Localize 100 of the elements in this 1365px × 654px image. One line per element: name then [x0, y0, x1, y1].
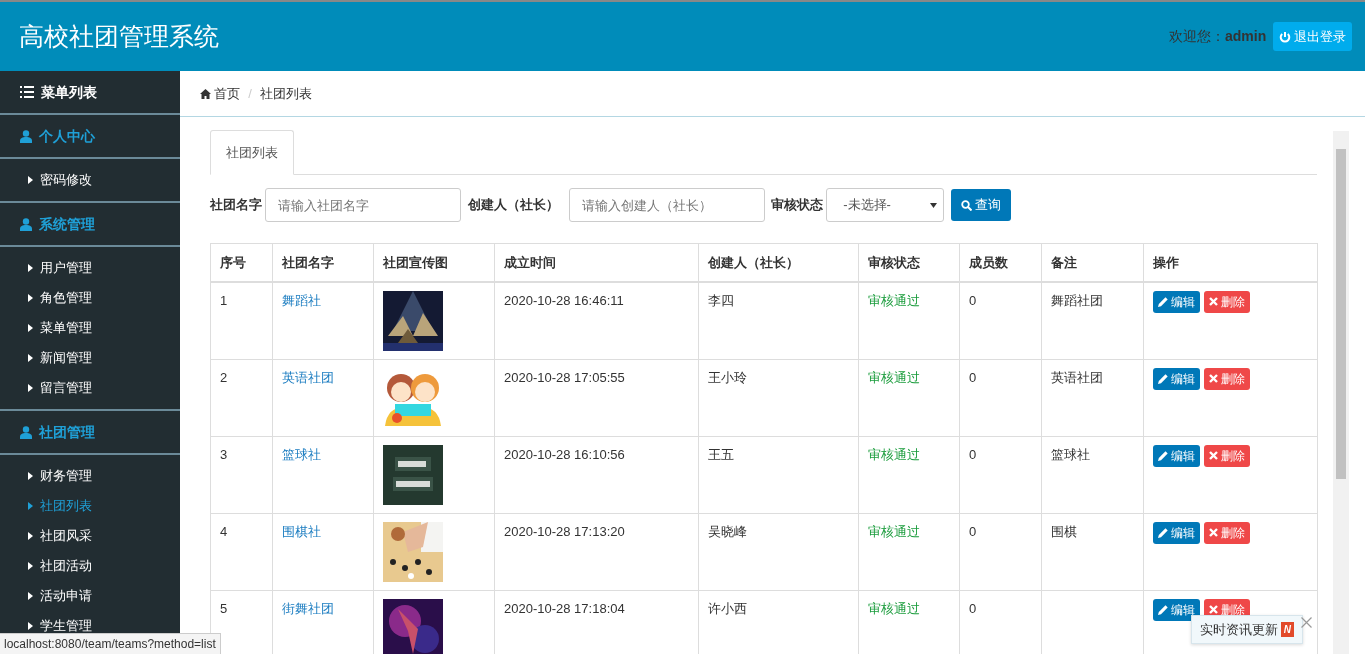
edit-button[interactable]: 编辑: [1153, 444, 1201, 467]
caret-icon: [28, 502, 33, 510]
status-text: 审核通过: [868, 292, 920, 308]
sidebar-item[interactable]: 社团列表: [0, 491, 180, 521]
url-tooltip: localhost:8080/team/teams?method=list: [0, 633, 221, 654]
row-number: 4: [220, 523, 228, 539]
column-header: 操作: [1143, 243, 1318, 282]
club-name-link[interactable]: 舞蹈社: [282, 292, 321, 308]
sidebar-item[interactable]: 密码修改: [0, 165, 180, 195]
sidebar-item[interactable]: 新闻管理: [0, 343, 180, 373]
status-text: 审核通过: [868, 523, 920, 539]
dropdown-icon: [930, 202, 938, 208]
delete-button[interactable]: 删除: [1203, 367, 1250, 390]
new-badge: N: [1280, 621, 1294, 637]
note-text: 围棋: [1051, 523, 1077, 539]
member-count: 0: [969, 600, 977, 616]
delete-button[interactable]: 删除: [1203, 521, 1250, 544]
column-header: 序号: [210, 243, 273, 282]
sidebar-header: 菜单列表: [0, 71, 180, 115]
scrollbar[interactable]: [1333, 131, 1349, 654]
breadcrumb-link[interactable]: 社团列表: [259, 83, 312, 104]
status-text: 审核通过: [868, 600, 920, 616]
sidebar-item[interactable]: 财务管理: [0, 461, 180, 491]
club-name-link[interactable]: 围棋社: [282, 523, 321, 539]
creator-name: 王五: [708, 446, 734, 462]
scrollbar-thumb[interactable]: [1336, 149, 1346, 479]
sidebar-item[interactable]: 留言管理: [0, 373, 180, 403]
caret-icon: [28, 592, 33, 600]
member-count: 0: [969, 369, 977, 385]
column-header: 社团宣传图: [373, 243, 495, 282]
caret-icon: [28, 472, 33, 480]
pencil-icon: [1158, 527, 1168, 538]
date-text: 2020-10-28 16:46:11: [504, 292, 624, 308]
edit-button[interactable]: 编辑: [1153, 598, 1201, 621]
member-count: 0: [969, 292, 977, 308]
caret-icon: [28, 176, 33, 184]
welcome-text: 欢迎您：admin: [1169, 27, 1267, 46]
status-text: 审核通过: [868, 369, 920, 385]
sidebar-group[interactable]: 系统管理: [0, 203, 180, 247]
row-number: 3: [220, 446, 228, 462]
creator-name: 李四: [708, 292, 734, 308]
sidebar-group[interactable]: 个人中心: [0, 115, 180, 159]
column-header: 成立时间: [494, 243, 699, 282]
field-label: 社团名字: [210, 196, 262, 215]
sidebar-item[interactable]: 角色管理: [0, 283, 180, 313]
sidebar-item[interactable]: 用户管理: [0, 253, 180, 283]
edit-button[interactable]: 编辑: [1153, 290, 1201, 313]
caret-icon: [28, 324, 33, 332]
edit-button[interactable]: 编辑: [1153, 521, 1201, 544]
note-text: 篮球社: [1051, 446, 1090, 462]
news-toast[interactable]: 实时资讯更新 N: [1190, 614, 1303, 644]
caret-icon: [28, 384, 33, 392]
creator-name: 许小西: [708, 600, 747, 616]
sidebar-group[interactable]: 社团管理: [0, 411, 180, 455]
breadcrumb-separator: /: [248, 84, 252, 103]
edit-button[interactable]: 编辑: [1153, 367, 1201, 390]
user-icon: [20, 129, 32, 143]
column-header: 成员数: [959, 243, 1042, 282]
search-icon: [960, 199, 972, 211]
logout-button[interactable]: 退出登录: [1272, 21, 1352, 52]
club-name-link[interactable]: 英语社团: [282, 369, 334, 385]
sidebar-item[interactable]: 社团活动: [0, 551, 180, 581]
caret-icon: [28, 264, 33, 272]
power-icon: [1278, 30, 1291, 43]
name-input[interactable]: 请输入社团名字: [265, 188, 462, 222]
column-header: 备注: [1041, 243, 1144, 282]
list-icon: [20, 86, 34, 98]
column-header: 创建人（社长）: [698, 243, 859, 282]
caret-icon: [28, 294, 33, 302]
sidebar-item[interactable]: 社团风采: [0, 521, 180, 551]
sidebar-item[interactable]: 菜单管理: [0, 313, 180, 343]
search-button[interactable]: 查询: [950, 189, 1011, 221]
close-icon: [1208, 528, 1218, 537]
delete-button[interactable]: 删除: [1203, 290, 1250, 313]
close-icon[interactable]: [1301, 617, 1312, 628]
caret-icon: [28, 354, 33, 362]
app-title: 高校社团管理系统: [19, 20, 219, 52]
close-icon: [1208, 605, 1218, 614]
caret-icon: [28, 622, 33, 630]
status-text: 审核通过: [868, 446, 920, 462]
close-icon: [1208, 374, 1218, 383]
delete-button[interactable]: 删除: [1203, 444, 1250, 467]
member-count: 0: [969, 446, 977, 462]
row-number: 2: [220, 369, 228, 385]
club-name-link[interactable]: 街舞社团: [282, 600, 334, 616]
member-count: 0: [969, 523, 977, 539]
close-icon: [1208, 451, 1218, 460]
sidebar-item[interactable]: 活动申请: [0, 581, 180, 611]
caret-icon: [28, 562, 33, 570]
close-icon: [1208, 297, 1218, 306]
date-text: 2020-10-28 16:10:56: [504, 446, 625, 462]
creator-input[interactable]: 请输入创建人（社长）: [568, 188, 765, 222]
breadcrumb-link[interactable]: 首页: [200, 83, 241, 104]
club-name-link[interactable]: 篮球社: [282, 446, 321, 462]
date-text: 2020-10-28 17:13:20: [504, 523, 625, 539]
pencil-icon: [1158, 604, 1168, 615]
status-select[interactable]: -未选择-: [826, 188, 945, 222]
pencil-icon: [1158, 373, 1168, 384]
field-label: 审核状态: [771, 196, 823, 215]
tab[interactable]: 社团列表: [210, 129, 294, 175]
